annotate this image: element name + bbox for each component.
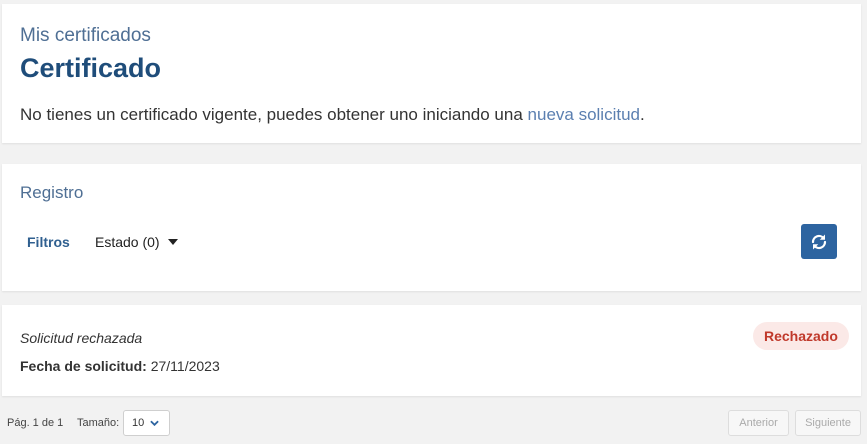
registro-card: Registro Filtros Estado (0)	[2, 164, 861, 291]
certificate-description: No tienes un certificado vigente, puedes…	[20, 105, 645, 125]
new-request-link[interactable]: nueva solicitud	[528, 105, 640, 124]
page-size-label: Tamaño:	[77, 417, 120, 429]
request-title: Solicitud rechazada	[20, 330, 143, 346]
chevron-down-icon	[167, 239, 178, 245]
page-info: Pág. 1 de 1	[7, 417, 64, 429]
status-badge: Rechazado	[753, 322, 849, 350]
chevron-down-icon	[150, 420, 159, 426]
refresh-icon	[811, 234, 827, 249]
description-text: No tienes un certificado vigente, puedes…	[20, 105, 528, 124]
request-date-label: Fecha de solicitud:	[20, 358, 147, 374]
page-size-value: 10	[132, 417, 145, 429]
certificate-card: Mis certificados Certificado No tienes u…	[2, 4, 861, 143]
page-size-select[interactable]: 10	[123, 410, 170, 436]
section-eyebrow: Mis certificados	[20, 25, 151, 46]
page-title: Certificado	[20, 53, 162, 83]
request-date-value: 27/11/2023	[150, 358, 220, 374]
previous-page-button[interactable]: Anterior	[728, 410, 789, 436]
estado-filter-label: Estado (0)	[95, 234, 160, 250]
estado-filter-dropdown[interactable]: Estado (0)	[95, 234, 178, 250]
registro-heading: Registro	[20, 183, 84, 202]
request-list-item[interactable]: Solicitud rechazada Fecha de solicitud: …	[2, 305, 861, 396]
next-page-button[interactable]: Siguiente	[795, 410, 861, 436]
refresh-button[interactable]	[801, 224, 837, 259]
pagination-bar: Pág. 1 de 1 Tamaño: 10 Anterior Siguient…	[0, 406, 867, 440]
description-suffix: .	[640, 105, 645, 124]
request-date: Fecha de solicitud: 27/11/2023	[20, 358, 220, 374]
filters-button[interactable]: Filtros	[27, 234, 70, 250]
